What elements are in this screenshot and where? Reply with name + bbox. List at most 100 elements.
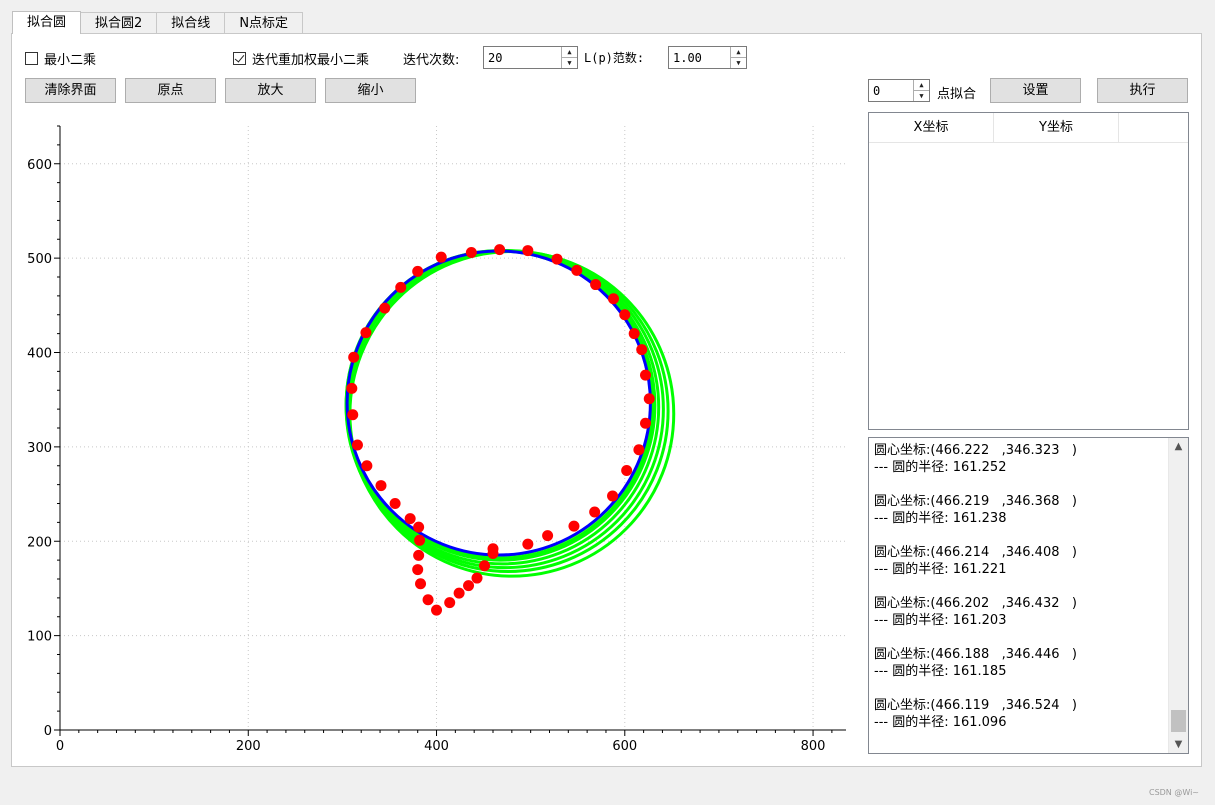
point-fit-label: 点拟合 (937, 87, 977, 102)
y-tick-label: 500 (27, 252, 52, 267)
data-point (435, 251, 447, 263)
data-point (465, 246, 477, 258)
data-point (422, 594, 434, 606)
clear-button[interactable]: 清除界面 (25, 78, 116, 103)
data-point (551, 253, 563, 265)
log-scrollbar[interactable]: ▲ ▼ (1168, 438, 1188, 753)
data-point (347, 409, 359, 421)
lp-value: 1.00 (673, 51, 702, 65)
column-header-y[interactable]: Y坐标 (994, 113, 1119, 142)
data-point (607, 293, 619, 305)
data-point (639, 369, 651, 381)
data-point (360, 327, 372, 339)
data-point (375, 480, 387, 492)
data-point (479, 560, 491, 572)
spin-up-icon[interactable]: ▲ (562, 47, 577, 58)
x-tick-label: 0 (56, 739, 64, 750)
data-point (346, 382, 358, 394)
zoom-out-button[interactable]: 缩小 (325, 78, 416, 103)
x-tick-label: 200 (236, 739, 261, 750)
result-log[interactable]: 圆心坐标:(466.222 ,346.323 ) --- 圆的半径: 161.25… (868, 437, 1189, 754)
irls-checkbox[interactable]: 迭代重加权最小二乘 (233, 49, 369, 68)
data-point (636, 344, 648, 356)
log-center-line: 圆心坐标:(466.119 ,346.524 ) (874, 698, 1077, 713)
data-point (568, 520, 580, 532)
log-entry: 圆心坐标:(466.188 ,346.446 ) --- 圆的半径: 161.18… (874, 646, 1077, 680)
data-point (487, 543, 499, 555)
y-tick-label: 0 (44, 724, 52, 739)
log-entry: 圆心坐标:(466.214 ,346.408 ) --- 圆的半径: 161.22… (874, 544, 1077, 578)
column-header-x[interactable]: X坐标 (869, 113, 994, 142)
spin-up-icon[interactable]: ▲ (731, 47, 746, 58)
data-point (589, 506, 601, 518)
log-center-line: 圆心坐标:(466.214 ,346.408 ) (874, 545, 1077, 560)
table-header: X坐标 Y坐标 (869, 113, 1188, 143)
data-point (463, 580, 475, 592)
scroll-down-icon[interactable]: ▼ (1169, 736, 1188, 753)
zoom-in-button[interactable]: 放大 (225, 78, 316, 103)
spin-down-icon[interactable]: ▼ (731, 58, 746, 68)
tab-n-point-calibration[interactable]: N点标定 (224, 12, 304, 33)
coordinate-table[interactable]: X坐标 Y坐标 (868, 112, 1189, 430)
data-point (607, 490, 619, 502)
log-entry: 圆心坐标:(466.222 ,346.323 ) --- 圆的半径: 161.25… (874, 442, 1077, 476)
data-point (628, 328, 640, 340)
log-entry: 圆心坐标:(466.119 ,346.524 ) --- 圆的半径: 161.09… (874, 697, 1077, 731)
data-point (639, 417, 651, 429)
log-center-line: 圆心坐标:(466.202 ,346.432 ) (874, 596, 1077, 611)
data-point (415, 578, 427, 590)
point-fit-spinbox[interactable]: 0 ▲ ▼ (868, 79, 930, 102)
least-squares-checkbox[interactable]: 最小二乘 (25, 49, 96, 68)
lp-label: L(p)范数: (584, 51, 645, 65)
log-center-line: 圆心坐标:(466.219 ,346.368 ) (874, 494, 1077, 509)
tab-bar: 拟合圆 拟合圆2 拟合线 N点标定 (12, 11, 304, 34)
lp-spinbox[interactable]: 1.00 ▲ ▼ (668, 46, 747, 69)
data-point (444, 597, 456, 609)
settings-button[interactable]: 设置 (990, 78, 1081, 103)
irls-label: 迭代重加权最小二乘 (252, 53, 370, 68)
log-radius-line: --- 圆的半径: 161.096 (874, 715, 1007, 730)
execute-button[interactable]: 执行 (1097, 78, 1188, 103)
data-point (431, 604, 443, 616)
log-text: 圆心坐标:(466.222 ,346.323 ) --- 圆的半径: 161.25… (874, 442, 1077, 748)
data-point (404, 513, 416, 525)
spin-down-icon[interactable]: ▼ (562, 58, 577, 68)
watermark: CSDN @Wi~ (1148, 788, 1199, 797)
data-point (413, 521, 425, 533)
log-center-line: 圆心坐标:(466.222 ,346.323 ) (874, 443, 1077, 458)
scroll-up-icon[interactable]: ▲ (1169, 438, 1188, 455)
scroll-thumb[interactable] (1171, 710, 1186, 732)
data-point (361, 460, 373, 472)
tab-fit-circle-2[interactable]: 拟合圆2 (80, 12, 158, 33)
iterations-label: 迭代次数: (403, 53, 460, 68)
data-point (348, 351, 360, 363)
data-point (621, 464, 633, 476)
tab-fit-circle[interactable]: 拟合圆 (12, 11, 82, 34)
least-squares-check-box[interactable] (25, 52, 38, 65)
data-point (494, 244, 506, 256)
iterations-spinbox[interactable]: 20 ▲ ▼ (483, 46, 578, 69)
log-entry: 圆心坐标:(466.219 ,346.368 ) --- 圆的半径: 161.23… (874, 493, 1077, 527)
y-tick-label: 600 (27, 158, 52, 173)
data-point (590, 279, 602, 291)
log-entry: 圆心坐标:(466.202 ,346.432 ) --- 圆的半径: 161.20… (874, 595, 1077, 629)
log-radius-line: --- 圆的半径: 161.185 (874, 664, 1007, 679)
least-squares-label: 最小二乘 (44, 53, 97, 68)
data-point (389, 498, 401, 509)
tab-fit-line[interactable]: 拟合线 (156, 12, 226, 33)
point-fit-value: 0 (873, 84, 881, 98)
x-tick-label: 400 (424, 739, 449, 750)
data-point (412, 564, 424, 576)
spin-up-icon[interactable]: ▲ (914, 80, 929, 91)
y-tick-label: 200 (27, 535, 52, 550)
spin-down-icon[interactable]: ▼ (914, 91, 929, 101)
fit-chart[interactable]: 0 200 400 600 800 0 100 200 300 400 500 600 (0, 110, 860, 750)
x-tick-label: 600 (612, 739, 637, 750)
data-point (633, 444, 645, 456)
data-point (351, 439, 363, 451)
data-point (542, 530, 554, 542)
origin-button[interactable]: 原点 (125, 78, 216, 103)
irls-check-box[interactable] (233, 52, 246, 65)
y-tick-label: 100 (27, 630, 52, 645)
data-point (522, 245, 534, 257)
